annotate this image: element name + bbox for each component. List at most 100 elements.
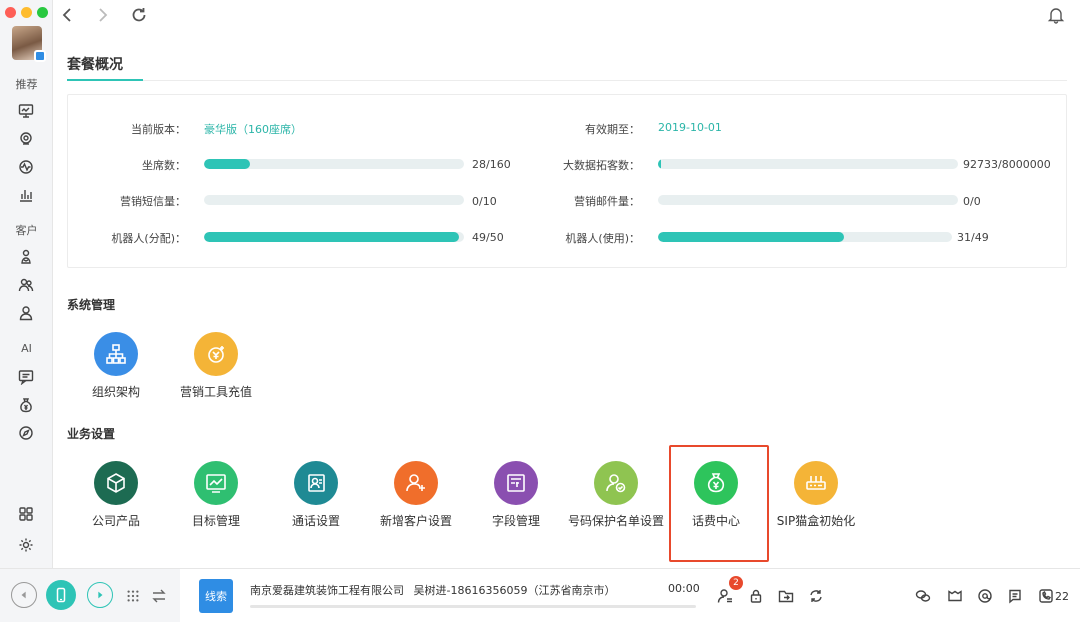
expiry-value: 2019-10-01 <box>658 121 722 134</box>
field-manage-icon <box>494 461 538 505</box>
activity-icon[interactable] <box>17 158 35 176</box>
bigdata-progress <box>658 159 958 169</box>
robot-assigned-label: 机器人(分配)： <box>111 232 186 245</box>
company-name: 南京爱磊建筑装饰工程有限公司 <box>250 584 404 597</box>
export-folder-icon[interactable] <box>777 587 795 605</box>
tile-label: 新增客户设置 <box>379 514 452 528</box>
tile-marketing-recharge[interactable]: 营销工具充值 <box>166 332 266 400</box>
call-progress-track <box>250 605 696 608</box>
forward-arrow-icon[interactable] <box>93 6 113 26</box>
mail-icon[interactable] <box>946 587 964 605</box>
app-window: 推荐 客户 AI 套餐概况 当前版本： 豪华版（160座席） 有效期至： 201… <box>0 0 1080 622</box>
phone-dial-button[interactable] <box>46 580 76 610</box>
tile-label: SIP猫盒初始化 <box>776 514 856 528</box>
sidebar: 推荐 客户 AI <box>0 0 53 568</box>
sms-progress <box>204 195 464 205</box>
notification-badge: 2 <box>729 576 743 590</box>
tile-new-customer-settings[interactable]: 新增客户设置 <box>366 461 466 529</box>
close-window-button[interactable] <box>5 7 16 18</box>
bell-icon[interactable] <box>1047 6 1067 26</box>
tile-label: 号码保护名单设置 <box>567 514 664 528</box>
apps-grid-icon[interactable] <box>17 505 35 523</box>
refresh-icon[interactable] <box>130 6 150 26</box>
recharge-coin-icon <box>194 332 238 376</box>
tile-call-settings[interactable]: 通话设置 <box>266 461 366 529</box>
dialpad-icon[interactable] <box>125 588 141 604</box>
billing-center-highlight <box>669 445 769 562</box>
sms-icon[interactable] <box>1006 587 1024 605</box>
window-controls <box>5 7 48 18</box>
top-toolbar <box>53 0 1080 32</box>
sms-value: 0/10 <box>472 195 497 208</box>
number-protect-icon <box>594 461 638 505</box>
expiry-label: 有效期至： <box>585 123 640 136</box>
transfer-icon[interactable] <box>150 587 168 605</box>
next-call-button[interactable] <box>87 582 113 608</box>
money-bag-icon[interactable] <box>17 396 35 414</box>
monitor-icon[interactable] <box>17 102 35 120</box>
sidebar-section-customer: 客户 <box>15 224 38 237</box>
tile-label: 营销工具充值 <box>179 385 252 399</box>
call-target-info: 南京爱磊建筑装饰工程有限公司 吴树进-18616356059（江苏省南京市） <box>250 582 615 598</box>
compass-icon[interactable] <box>17 424 35 442</box>
minimize-window-button[interactable] <box>21 7 32 18</box>
phone-line-count: 22 <box>1055 590 1069 603</box>
settings-gear-icon[interactable] <box>17 536 35 554</box>
customer-group-icon[interactable] <box>17 276 35 294</box>
tile-label: 组织架构 <box>91 385 140 399</box>
phone-status-icon <box>34 50 46 62</box>
maximize-window-button[interactable] <box>37 7 48 18</box>
lock-icon[interactable] <box>747 587 765 605</box>
back-arrow-icon[interactable] <box>59 6 79 26</box>
tile-field-management[interactable]: 字段管理 <box>466 461 566 529</box>
tile-number-protection[interactable]: 号码保护名单设置 <box>566 461 666 529</box>
lead-badge[interactable]: 线索 <box>199 579 233 613</box>
tile-label: 字段管理 <box>491 514 540 528</box>
phone-lines-icon[interactable] <box>1037 587 1055 605</box>
sidebar-section-recommend: 推荐 <box>15 78 38 91</box>
tile-company-products[interactable]: 公司产品 <box>66 461 166 529</box>
bigdata-value: 92733/8000000 <box>963 158 1051 171</box>
robot-used-value: 31/49 <box>957 231 989 244</box>
wechat-icon[interactable] <box>914 587 932 605</box>
system-section-title: 系统管理 <box>67 298 116 312</box>
email-progress <box>658 195 958 205</box>
version-label: 当前版本： <box>131 123 186 136</box>
tab-plan-overview[interactable]: 套餐概况 <box>67 54 123 74</box>
tile-label: 通话设置 <box>291 514 340 528</box>
tile-label: 目标管理 <box>191 514 240 528</box>
sidebar-section-ai: AI <box>21 342 32 355</box>
avatar[interactable] <box>12 26 46 62</box>
customer-tree-icon[interactable] <box>17 248 35 266</box>
bigdata-label: 大数据拓客数： <box>563 159 640 172</box>
tile-goal-management[interactable]: 目标管理 <box>166 461 266 529</box>
version-value: 豪华版（160座席） <box>204 123 302 136</box>
robot-used-progress <box>658 232 952 242</box>
robot-assigned-value: 49/50 <box>472 231 504 244</box>
sync-icon[interactable] <box>807 587 825 605</box>
customer-queue-icon[interactable] <box>716 587 734 605</box>
email-at-icon[interactable] <box>976 587 994 605</box>
tile-org-structure[interactable]: 组织架构 <box>66 332 166 400</box>
seats-label: 坐席数： <box>142 159 186 172</box>
call-settings-icon <box>294 461 338 505</box>
call-control-bar: 线索 南京爱磊建筑装饰工程有限公司 吴树进-18616356059（江苏省南京市… <box>0 568 1080 622</box>
message-icon[interactable] <box>17 368 35 386</box>
robot-used-label: 机器人(使用)： <box>565 232 640 245</box>
add-customer-icon <box>394 461 438 505</box>
tile-label: 公司产品 <box>91 514 140 528</box>
tile-sip-box-init[interactable]: SIP猫盒初始化 <box>766 461 866 529</box>
contact-icon[interactable] <box>17 304 35 322</box>
call-controls <box>0 569 180 622</box>
location-icon[interactable] <box>17 130 35 148</box>
contact-info: 吴树进-18616356059（江苏省南京市） <box>413 584 616 597</box>
org-chart-icon <box>94 332 138 376</box>
previous-call-button[interactable] <box>11 582 37 608</box>
robot-assigned-progress <box>204 232 464 242</box>
seats-progress <box>204 159 464 169</box>
bar-chart-icon[interactable] <box>17 186 35 204</box>
target-chart-icon <box>194 461 238 505</box>
call-timer: 00:00 <box>668 582 700 595</box>
tab-divider <box>67 80 1067 81</box>
main-content: 套餐概况 当前版本： 豪华版（160座席） 有效期至： 2019-10-01 坐… <box>53 32 1080 568</box>
